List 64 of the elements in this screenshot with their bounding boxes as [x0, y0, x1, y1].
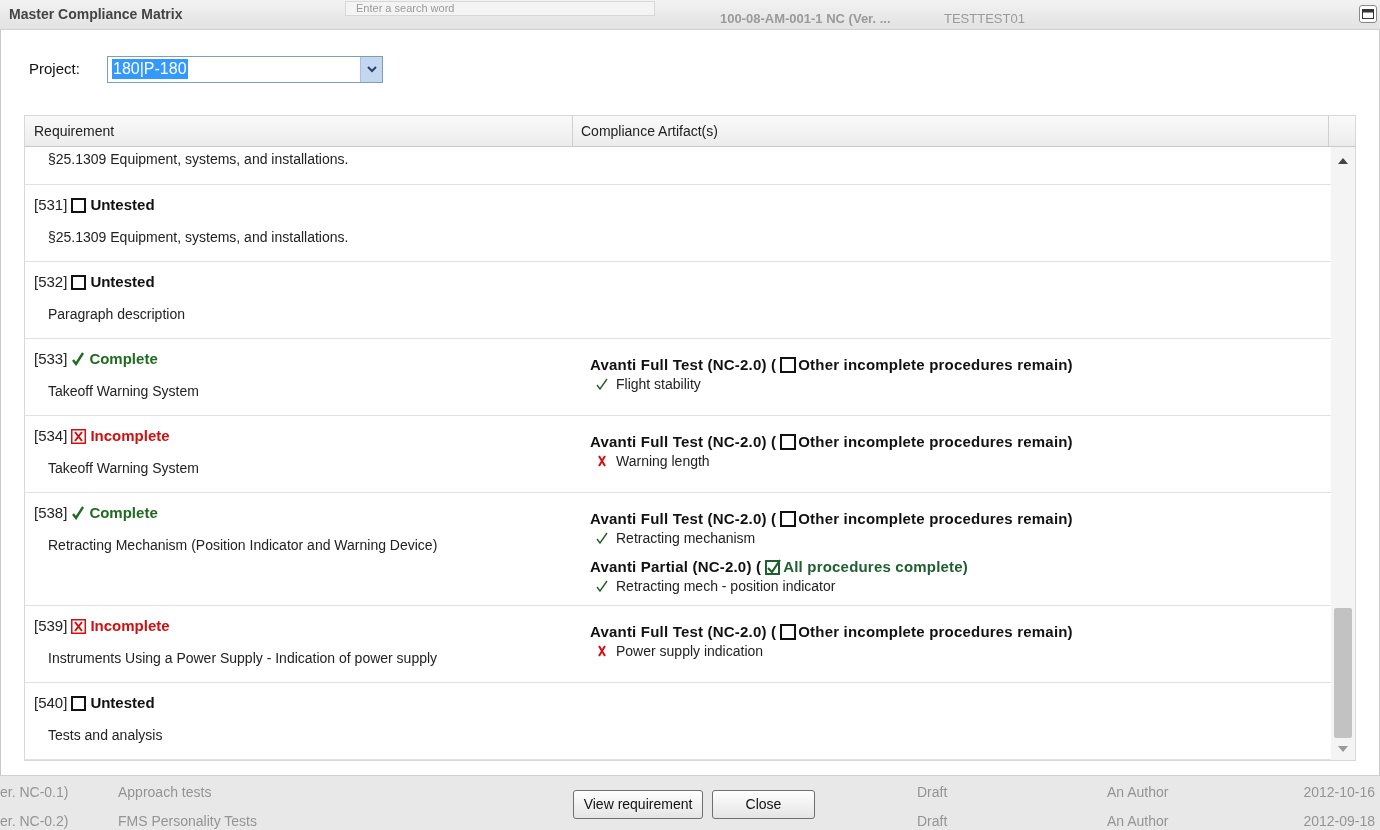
scrollbar-thumb[interactable] [1334, 608, 1352, 738]
artifact-name: Avanti Partial (NC-2.0) ( [590, 556, 762, 577]
procedure-step: Flight stability [616, 373, 701, 395]
requirement-id: [539] [34, 615, 68, 636]
requirement-description: Takeoff Warning System [48, 458, 199, 478]
requirement-id: [531] [34, 194, 68, 215]
project-label: Project: [29, 58, 81, 79]
background-cell-text: FMS Personality Tests [118, 811, 258, 830]
artifact-name: Avanti Full Test (NC-2.0) ( [590, 431, 777, 452]
background-document-name: 100-08-AM-001-1 NC (Ver. ... [720, 10, 891, 28]
procedure-step: Power supply indication [616, 640, 764, 662]
column-header[interactable]: Compliance Artifact(s) [573, 116, 1329, 146]
procedure-status: All procedures complete) [783, 556, 968, 577]
requirement-description: §25.1309 Equipment, systems, and installations. [48, 227, 349, 247]
requirement-status: Incomplete [90, 425, 170, 446]
artifact-name: Avanti Full Test (NC-2.0) ( [590, 354, 777, 375]
procedure-step: Retracting mech - position indicator [616, 575, 836, 597]
requirement-description: Takeoff Warning System [48, 381, 199, 401]
background-cell-text: 2012-10-16 [1303, 782, 1376, 802]
procedure-step: Warning length [616, 450, 710, 472]
requirement-id: [532] [34, 271, 68, 292]
background-cell-text: An Author [1107, 782, 1170, 802]
artifact-name: Avanti Full Test (NC-2.0) ( [590, 621, 777, 642]
column-header[interactable]: Requirement [25, 116, 573, 146]
requirement-status: Complete [89, 348, 158, 369]
requirement-status: Untested [90, 692, 155, 713]
procedure-status: Other incomplete procedures remain) [798, 431, 1073, 452]
procedure-step: Retracting mechanism [616, 527, 756, 549]
background-cell-text: er. NC-0.2) [0, 811, 70, 830]
background-cell-text: Draft [917, 782, 949, 802]
maximize-button[interactable] [1359, 5, 1377, 23]
requirement-description: §25.1309 Equipment, systems, and installations. [48, 151, 349, 167]
requirement-description: Instruments Using a Power Supply - Indication of power supply [48, 648, 438, 668]
requirement-id: [534] [34, 425, 68, 446]
procedure-status: Other incomplete procedures remain) [798, 354, 1073, 375]
requirement-status: Untested [90, 271, 155, 292]
background-cell-text: 2012-09-18 [1303, 811, 1376, 830]
procedure-status: Other incomplete procedures remain) [798, 621, 1073, 642]
background-cell-text: er. NC-0.1) [0, 782, 70, 802]
requirement-description: Tests and analysis [48, 725, 163, 745]
procedure-status: Other incomplete procedures remain) [798, 508, 1073, 529]
close-button[interactable]: Close [712, 790, 815, 819]
background-document-code: TESTTEST01 [944, 10, 1025, 28]
background-cell-text: Approach tests [118, 782, 213, 802]
requirement-description: Paragraph description [48, 304, 185, 324]
window-title: Master Compliance Matrix [8, 5, 183, 24]
view-requirement-button[interactable]: View requirement [573, 790, 703, 819]
background-cell-text: Draft [917, 811, 949, 830]
requirement-status: Complete [89, 502, 158, 523]
requirement-id: [533] [34, 348, 68, 369]
scrollbar[interactable] [1331, 147, 1355, 760]
dropdown-arrow-button[interactable] [360, 56, 382, 82]
requirement-id: [538] [34, 502, 68, 523]
background-cell-text: An Author [1107, 811, 1170, 830]
artifact-name: Avanti Full Test (NC-2.0) ( [590, 508, 777, 529]
requirement-status: Untested [90, 194, 155, 215]
chevron-down-icon [366, 65, 377, 73]
scroll-up-icon[interactable] [1338, 158, 1348, 164]
project-value: 180|P-180 [112, 59, 188, 79]
maximize-icon [1362, 9, 1374, 19]
scroll-down-icon[interactable] [1338, 746, 1348, 752]
requirement-status: Incomplete [90, 615, 170, 636]
requirement-id: [540] [34, 692, 68, 713]
requirement-description: Retracting Mechanism (Position Indicator and Warning Device) [48, 535, 438, 555]
